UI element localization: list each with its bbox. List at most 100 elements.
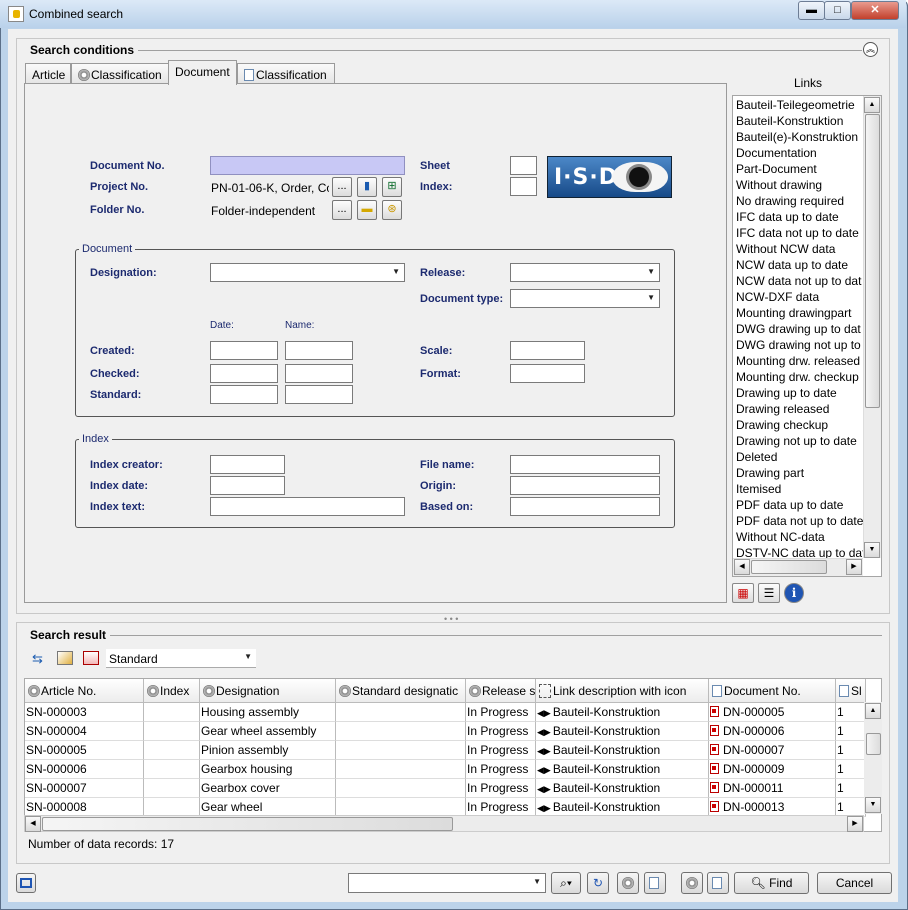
- link-item[interactable]: Deleted: [736, 449, 864, 465]
- folder-tree-icon[interactable]: ⊛: [382, 200, 402, 220]
- link-item[interactable]: Drawing part: [736, 465, 864, 481]
- settings-icon[interactable]: [617, 872, 639, 894]
- table-cell-article[interactable]: SN-000004: [25, 722, 144, 741]
- links-list[interactable]: Bauteil-Teilegeometrie Bauteil-Konstrukti…: [732, 95, 882, 577]
- doc-view-icon[interactable]: [707, 872, 729, 894]
- created-name-input[interactable]: [285, 341, 353, 360]
- table-cell-sheet[interactable]: 1: [836, 779, 866, 798]
- scroll-up-icon[interactable]: ▲: [864, 97, 880, 113]
- scroll-down-icon[interactable]: ▼: [865, 797, 881, 813]
- window-layout-icon[interactable]: [16, 873, 36, 893]
- column-header[interactable]: Article No.: [25, 679, 144, 703]
- link-item[interactable]: Without drawing: [736, 177, 864, 193]
- table-cell-designation[interactable]: Gear wheel assembly: [200, 722, 336, 741]
- table-cell-link[interactable]: ◀▶ Bauteil-Konstruktion: [536, 779, 709, 798]
- table-cell-doc[interactable]: DN-000005: [709, 703, 836, 722]
- table-cell-index[interactable]: [144, 741, 200, 760]
- table-cell-link[interactable]: ◀▶ Bauteil-Konstruktion: [536, 703, 709, 722]
- column-header[interactable]: Index: [144, 679, 200, 703]
- view-select[interactable]: Standard: [106, 649, 256, 668]
- table-cell-link[interactable]: ◀▶ Bauteil-Konstruktion: [536, 741, 709, 760]
- link-item[interactable]: Part-Document: [736, 161, 864, 177]
- table-cell-doc[interactable]: DN-000009: [709, 760, 836, 779]
- column-header[interactable]: Standard designatic: [336, 679, 466, 703]
- link-item[interactable]: PDF data not up to date: [736, 513, 864, 529]
- standard-date-input[interactable]: [210, 385, 278, 404]
- link-item[interactable]: No drawing required: [736, 193, 864, 209]
- column-header[interactable]: Sl: [836, 679, 866, 703]
- table-cell-index[interactable]: [144, 722, 200, 741]
- tab-article[interactable]: Article: [25, 63, 71, 84]
- saved-search-combo[interactable]: [348, 873, 546, 893]
- link-item[interactable]: Mounting drw. checkup: [736, 369, 864, 385]
- grid-red-icon[interactable]: ▦: [732, 583, 754, 603]
- table-cell-designation[interactable]: Gearbox cover: [200, 779, 336, 798]
- folder-icon[interactable]: ▬: [357, 200, 377, 220]
- doc-no-input[interactable]: [210, 156, 405, 175]
- link-item[interactable]: DWG drawing up to dat: [736, 321, 864, 337]
- refresh-icon[interactable]: ↻: [587, 872, 609, 894]
- tab-classification[interactable]: Classification: [71, 63, 169, 84]
- minimize-button[interactable]: ▬: [798, 1, 825, 20]
- link-item[interactable]: Mounting drawingpart: [736, 305, 864, 321]
- table-cell-index[interactable]: [144, 703, 200, 722]
- sheet-input[interactable]: [510, 156, 537, 175]
- scroll-left-icon[interactable]: ◀: [734, 559, 750, 575]
- project-book-icon[interactable]: ▮: [357, 177, 377, 197]
- list-icon[interactable]: ☰: [758, 583, 780, 603]
- link-item[interactable]: Documentation: [736, 145, 864, 161]
- column-header[interactable]: Release s: [466, 679, 536, 703]
- table-cell-release[interactable]: In Progress: [466, 703, 536, 722]
- grid-hscroll[interactable]: ◀ ▶: [24, 815, 864, 832]
- info-icon[interactable]: i: [784, 583, 804, 603]
- index-date-input[interactable]: [210, 476, 285, 495]
- link-item[interactable]: NCW data not up to dat: [736, 273, 864, 289]
- link-item[interactable]: IFC data not up to date: [736, 225, 864, 241]
- index-creator-input[interactable]: [210, 455, 285, 474]
- table-cell-std[interactable]: [336, 779, 466, 798]
- scroll-left-icon[interactable]: ◀: [25, 816, 41, 832]
- table-cell-doc[interactable]: DN-000006: [709, 722, 836, 741]
- scroll-right-icon[interactable]: ▶: [847, 816, 863, 832]
- table-cell-index[interactable]: [144, 760, 200, 779]
- link-item[interactable]: Itemised: [736, 481, 864, 497]
- title-bar[interactable]: Combined search ▬ □ ✕: [0, 0, 906, 28]
- hscroll-thumb[interactable]: [42, 817, 453, 831]
- doc-search-icon[interactable]: [644, 872, 666, 894]
- scroll-thumb[interactable]: [866, 733, 881, 755]
- created-date-input[interactable]: [210, 341, 278, 360]
- table-cell-sheet[interactable]: 1: [836, 722, 866, 741]
- grid-vscroll[interactable]: ▲ ▼: [864, 702, 882, 814]
- table-cell-article[interactable]: SN-000005: [25, 741, 144, 760]
- link-item[interactable]: DWG drawing not up to: [736, 337, 864, 353]
- table-cell-link[interactable]: ◀▶ Bauteil-Konstruktion: [536, 722, 709, 741]
- close-button[interactable]: ✕: [851, 1, 899, 20]
- table-cell-std[interactable]: [336, 703, 466, 722]
- table-cell-doc[interactable]: DN-000007: [709, 741, 836, 760]
- standard-name-input[interactable]: [285, 385, 353, 404]
- file-name-input[interactable]: [510, 455, 660, 474]
- index-text-input[interactable]: [210, 497, 405, 516]
- link-item[interactable]: Drawing not up to date: [736, 433, 864, 449]
- link-item[interactable]: Bauteil-Konstruktion: [736, 113, 864, 129]
- doc-type-combo[interactable]: [510, 289, 660, 308]
- link-item[interactable]: Without NC-data: [736, 529, 864, 545]
- cancel-button[interactable]: Cancel: [817, 872, 892, 894]
- image-icon[interactable]: [57, 651, 73, 665]
- link-item[interactable]: Bauteil-Teilegeometrie: [736, 97, 864, 113]
- project-tree-icon[interactable]: ⊞: [382, 177, 402, 197]
- hscroll-thumb[interactable]: [751, 560, 827, 574]
- column-header[interactable]: Link description with icon: [536, 679, 709, 703]
- table-cell-std[interactable]: [336, 741, 466, 760]
- table-cell-std[interactable]: [336, 722, 466, 741]
- column-header[interactable]: Document No.: [709, 679, 836, 703]
- scroll-right-icon[interactable]: ▶: [846, 559, 862, 575]
- table-cell-index[interactable]: [144, 779, 200, 798]
- index-input[interactable]: [510, 177, 537, 196]
- link-item[interactable]: Drawing checkup: [736, 417, 864, 433]
- table-cell-sheet[interactable]: 1: [836, 741, 866, 760]
- scroll-down-icon[interactable]: ▼: [864, 542, 880, 558]
- find-button[interactable]: 🔍︎ Find: [734, 872, 809, 894]
- scroll-up-icon[interactable]: ▲: [865, 703, 881, 719]
- table-cell-link[interactable]: ◀▶ Bauteil-Konstruktion: [536, 760, 709, 779]
